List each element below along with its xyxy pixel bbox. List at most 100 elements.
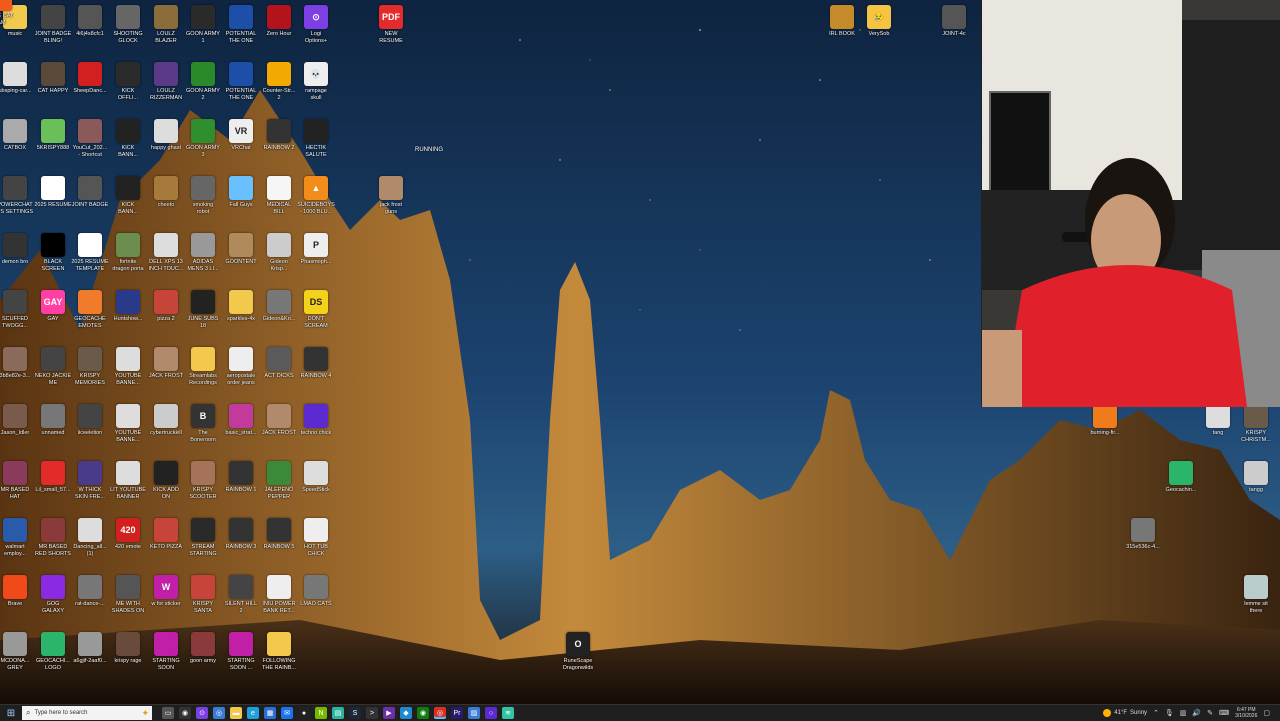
start-button[interactable]: ⊞ — [0, 705, 22, 721]
desktop-icon[interactable]: 420 420 emote — [109, 515, 147, 571]
desktop-icon[interactable]: KRISPY MEMORIES — [71, 344, 109, 400]
desktop-icon[interactable]: KRISPY SANTA — [184, 572, 222, 628]
desktop-icon[interactable]: ubsping-car... — [0, 59, 34, 115]
desktop-icon[interactable]: Geocachin... — [1162, 458, 1200, 514]
desktop-icon[interactable]: KICK OFFLI... — [109, 59, 147, 115]
desktop-icon[interactable]: ME WITH SHADES ON — [109, 572, 147, 628]
desktop-icon[interactable]: LOULZ RIZZERMAN — [147, 59, 185, 115]
desktop-icon[interactable]: fortnite dragon porta — [109, 230, 147, 286]
desktop-icon[interactable]: 4i6j4s8cfc1 — [71, 2, 109, 58]
terminal-icon[interactable]: > — [366, 707, 378, 719]
desktop-icon[interactable]: JOINT-4c — [935, 2, 973, 58]
logi-icon[interactable]: ⊙ — [196, 707, 208, 719]
desktop-icon[interactable]: IRL BOOK — [823, 2, 861, 58]
desktop-icon[interactable]: RAINBOW 4 — [297, 344, 335, 400]
desktop-icon[interactable]: CATBOX — [0, 116, 34, 172]
desktop-icon[interactable]: goon army — [184, 629, 222, 685]
desktop-icon[interactable]: LMAO CATS — [297, 572, 335, 628]
desktop-icon[interactable]: techno chick — [297, 401, 335, 457]
desktop-icon[interactable]: VR VRChat — [222, 116, 260, 172]
desktop-icon[interactable]: demon bro — [0, 230, 34, 286]
desktop-icon[interactable]: 2025 RESUME TEMPLATE — [71, 230, 109, 286]
desktop-icon[interactable]: Brave — [0, 572, 34, 628]
desktop-icon[interactable]: ▲ SUICIDEBOYS - 1000 BLU... — [297, 173, 335, 229]
network-icon[interactable]: ▥ — [1180, 709, 1187, 717]
desktop-icon[interactable]: KETO PIZZA — [147, 515, 185, 571]
streamlabs-icon[interactable]: ≋ — [502, 707, 514, 719]
desktop-icon[interactable]: RAINBOW 1 — [222, 458, 260, 514]
desktop-icon[interactable]: W THICK SKIN FRE... — [71, 458, 109, 514]
desktop-icon[interactable]: GEOCACHI... LOGO — [34, 629, 72, 685]
store-icon[interactable]: ▦ — [264, 707, 276, 719]
xbox-icon[interactable]: ◉ — [417, 707, 429, 719]
desktop-icon[interactable]: 315e536c-4... — [1124, 515, 1162, 571]
desktop-icon[interactable]: KICK BANN... — [109, 116, 147, 172]
desktop-icon[interactable]: Streamlabs Recordings — [184, 344, 222, 400]
desktop-icon[interactable]: tang — [1199, 401, 1237, 457]
desktop-icon[interactable]: MCDONA... GREY — [0, 629, 34, 685]
desktop-icon[interactable]: Lil_small_57... — [34, 458, 72, 514]
desktop-icon[interactable]: ACT DICKS — [260, 344, 298, 400]
desktop-icon[interactable]: HECTIK SALUTE — [297, 116, 335, 172]
desktop-icon[interactable]: KRISPY SCOOTER — [184, 458, 222, 514]
desktop-icon[interactable]: SILENT HILL 2 — [222, 572, 260, 628]
desktop-icon[interactable]: MR BASED RED SHORTS — [34, 515, 72, 571]
desktop-icon[interactable]: Gideon&Kri... — [260, 287, 298, 343]
desktop-icon[interactable]: Ww for sticker — [147, 572, 185, 628]
nvidia-icon[interactable]: N — [315, 707, 327, 719]
desktop-icon[interactable]: STREAM STARTING — [184, 515, 222, 571]
desktop-icon[interactable]: 5KRISPY888 — [34, 116, 72, 172]
desktop-icon[interactable]: P Phasmoph... — [297, 230, 335, 286]
desktop-icon[interactable]: JACK FROST — [260, 401, 298, 457]
desktop-icon[interactable]: GOON ARMY 3 — [184, 116, 222, 172]
desktop-icon[interactable]: lemme sit there — [1237, 572, 1275, 628]
premiere-icon[interactable]: Pr — [451, 707, 463, 719]
desktop-icon[interactable]: BLACK SCREEN — [34, 230, 72, 286]
desktop-icon[interactable]: 3b8e82e-3... — [0, 344, 34, 400]
desktop-icon[interactable]: Dancing_all... (1) — [71, 515, 109, 571]
desktop-icon[interactable]: LOULZ BLAZER — [147, 2, 185, 58]
chevron-up-icon[interactable]: ⌃ — [1153, 709, 1159, 717]
desktop-icon[interactable]: JOINT BADGE — [71, 173, 109, 229]
desktop-icon[interactable]: POWERCHAT TS SETTINGS — [0, 173, 34, 229]
desktop-icon[interactable]: MEDICAL BILL — [260, 173, 298, 229]
desktop-icon[interactable]: YouCut_202... - Shortcut — [71, 116, 109, 172]
desktop-icon[interactable]: pizza 2 — [147, 287, 185, 343]
desktop-icon[interactable]: ⊙ Logi Options+ — [297, 2, 335, 58]
desktop-icon[interactable]: SCUFFED TWOGG... — [0, 287, 34, 343]
desktop-icon[interactable]: B The Boneroom — [184, 401, 222, 457]
obs-icon[interactable]: ● — [298, 707, 310, 719]
desktop-icon[interactable]: GAY GAY — [34, 287, 72, 343]
steam-icon[interactable]: S — [349, 707, 361, 719]
desktop-icon[interactable]: basic_strat... — [222, 401, 260, 457]
desktop-icon[interactable]: RAINBOW 5 — [260, 515, 298, 571]
desktop-icon[interactable]: KICK ADD ON — [147, 458, 185, 514]
desktop-icon[interactable]: O RuneScape Dragonwilds — [559, 629, 597, 685]
desktop-icon[interactable]: 💀 rampage skull — [297, 59, 335, 115]
desktop-icon[interactable]: POTENTIAL THE ONE — [222, 59, 260, 115]
desktop-icon[interactable]: Zero Hour — [260, 2, 298, 58]
desktop-icon[interactable]: sparkles-4x — [222, 287, 260, 343]
desktop-icon[interactable]: happy ghast — [147, 116, 185, 172]
visual-studio-icon[interactable]: ▶ — [383, 707, 395, 719]
desktop-icon[interactable]: RAINBOW 3 — [222, 515, 260, 571]
desktop-icon[interactable]: krispy rage — [109, 629, 147, 685]
desktop-icon[interactable]: SpeedStick — [297, 458, 335, 514]
desktop-icon[interactable]: STARTING SOON ... — [222, 629, 260, 685]
desktop-icon[interactable]: INIU POWER BANK RET... — [260, 572, 298, 628]
vscode-icon[interactable]: ◆ — [400, 707, 412, 719]
volume-icon[interactable]: 🔊 — [1192, 709, 1201, 717]
desktop-icon[interactable]: DS DON'T SCREAM — [297, 287, 335, 343]
desktop-icon[interactable]: DELL XPS 13 INCH TOUC... — [147, 230, 185, 286]
desktop-icon[interactable]: jack frost guns — [372, 173, 410, 229]
desktop-icon[interactable]: HOT TUB CHICK — [297, 515, 335, 571]
mail-icon[interactable]: ✉ — [281, 707, 293, 719]
desktop-icon[interactable]: FOLLOWING THE RAINB... — [260, 629, 298, 685]
desktop-icon[interactable]: Fall Guys — [222, 173, 260, 229]
desktop-icon[interactable]: iiceeletion — [71, 401, 109, 457]
desktop-icon[interactable]: aeropostale order jeans — [222, 344, 260, 400]
chrome-icon[interactable]: ◎ — [434, 707, 446, 719]
desktop-icon[interactable]: unnamed — [34, 401, 72, 457]
desktop-icon[interactable]: Counter-Str... 2 — [260, 59, 298, 115]
desktop-icon[interactable]: YOUTUBE BANNE... — [109, 344, 147, 400]
